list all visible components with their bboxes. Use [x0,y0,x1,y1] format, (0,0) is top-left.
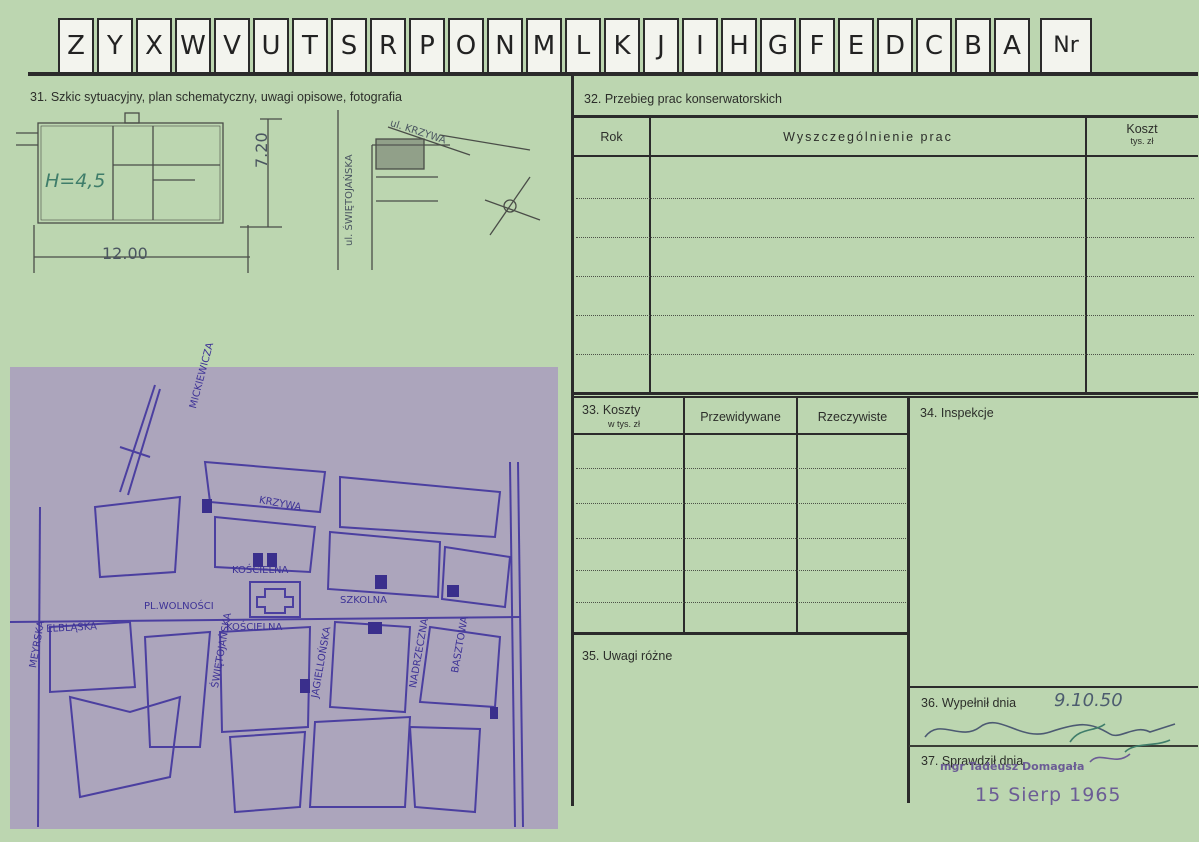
letter-tab: H [721,18,757,74]
nr-tab: Nr [1040,18,1092,74]
table32-head-bottom [571,155,1198,157]
map-street-label: KOŚCIELNA [226,622,283,633]
section-32-label: 32. Przebieg prac konserwatorskich [584,92,783,106]
row-line [576,276,1194,277]
section-36-label: 36. Wypełnił dnia [921,696,1017,710]
letter-tab: S [331,18,367,74]
row-line [576,315,1194,316]
section-33-unit: w tys. zł [608,419,641,429]
section36-top [909,686,1198,688]
divider-main [571,76,574,806]
table32-col2 [1085,115,1087,395]
row-line [576,570,906,571]
stamp-name: mgr Tadeusz Domagała [940,760,1085,773]
map-street-label: KOŚCIELNA [232,565,289,576]
row-line [576,538,906,539]
letter-tab: R [370,18,406,74]
nr-label: Nr [1053,33,1079,58]
letter-tab: E [838,18,874,74]
col-przewidywane: Przewidywane [700,410,781,424]
height-note: H=4,5 [45,170,106,192]
map-street-label: PL.WOLNOŚCI [144,601,214,612]
stamp-date: 15 Sierp 1965 [975,784,1122,806]
letter-tab: D [877,18,913,74]
section-35-label: 35. Uwagi różne [582,649,673,663]
town-map-photo: MICKIEWICZA KRZYWA KOŚCIELNA SZKOLNA PL.WOLN… [10,341,558,829]
header-rule [28,72,1198,76]
row-line [576,198,1194,199]
letter-tab: A [994,18,1030,74]
letter-tab: U [253,18,289,74]
depth-dimension: 7.20 [252,132,271,168]
row-line [576,503,906,504]
map-drawing [10,384,524,828]
table33-col2 [796,398,798,634]
letter-tab: N [487,18,523,74]
table33-head-bottom [571,433,908,435]
col-koszt: Koszt tys. zł [1087,122,1197,146]
table32-bottom [571,392,1198,395]
letter-tab: T [292,18,328,74]
row-line [576,602,906,603]
map-street-label: SZKOLNA [340,595,387,606]
letter-tab: J [643,18,679,74]
letter-tab: P [409,18,445,74]
width-dimension: 12.00 [102,244,148,263]
letter-tab: Y [97,18,133,74]
row-line [576,468,906,469]
section-33-label: 33. Koszty [582,403,641,417]
letter-tab: C [916,18,952,74]
letter-tab: K [604,18,640,74]
row-line [576,354,1194,355]
koszt-label: Koszt [1126,122,1158,136]
section-34-label: 34. Inspekcje [920,406,994,420]
section33-top [571,396,1198,398]
sketch-street-swietojanska: ul. ŚWIĘTOJAŃSKA [344,154,355,246]
letter-tab: M [526,18,562,74]
letter-tab: X [136,18,172,74]
letter-tab: Z [58,18,94,74]
section-36-date: 9.10.50 [1054,690,1123,711]
letter-tab: L [565,18,601,74]
row-line [576,237,1194,238]
koszt-unit: tys. zł [1130,136,1154,146]
letter-tab: V [214,18,250,74]
letter-tab: O [448,18,484,74]
table33-bottom [571,632,909,635]
col-rok: Rok [600,130,623,144]
col-rzeczywiste: Rzeczywiste [817,410,888,424]
table33-col1 [683,398,685,634]
table32-col1 [649,115,651,395]
letter-tab: I [682,18,718,74]
letter-tab: F [799,18,835,74]
letter-tab: W [175,18,211,74]
letter-tab: B [955,18,991,74]
section-31-label: 31. Szkic sytuacyjny, plan schematyczny,… [30,90,402,104]
table32-top [571,115,1198,118]
record-card: ZYXWVUTSRPONMLKJIHGFEDCBA Nr 31. Szkic s… [0,0,1199,842]
letter-tab: G [760,18,796,74]
col-wyszczegolnienie: Wyszczególnienie prac [783,130,953,144]
divider-34 [907,398,910,803]
